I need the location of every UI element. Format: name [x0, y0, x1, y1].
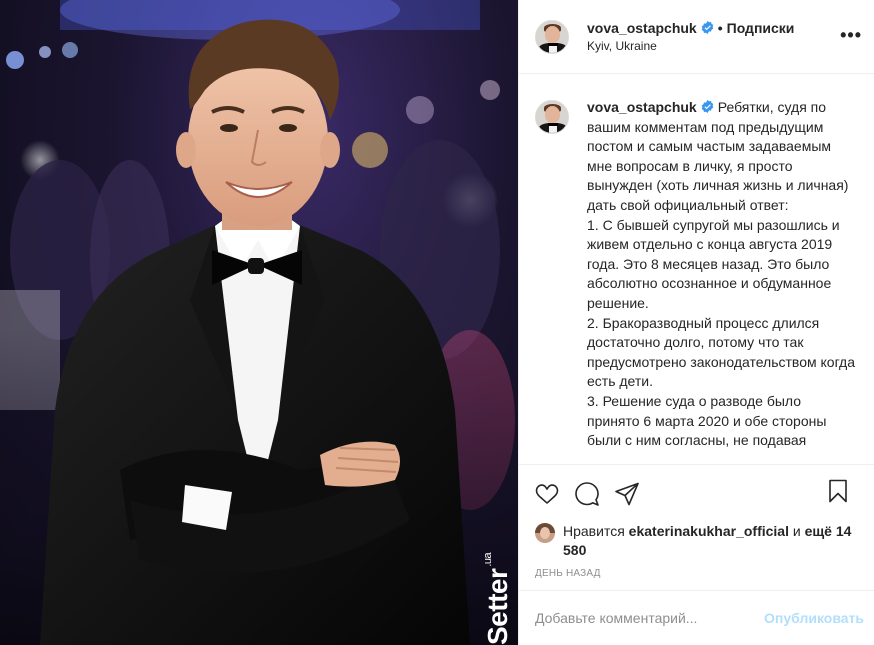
action-bar — [519, 464, 874, 522]
bookmark-icon[interactable] — [826, 479, 850, 503]
comment-input[interactable] — [535, 610, 765, 626]
author-avatar[interactable] — [535, 19, 569, 54]
likes-prefix: Нравится — [563, 523, 625, 539]
more-horizontal-icon[interactable]: ••• — [840, 26, 862, 44]
header-text: vova_ostapchuk • Подписки Kyiv, Ukraine — [587, 19, 794, 55]
heart-icon[interactable] — [535, 482, 559, 506]
caption-author-avatar[interactable] — [535, 100, 569, 134]
likes-summary: Нравится ekaterinakukhar_official и ещё … — [519, 522, 874, 560]
caption-text: vova_ostapchuk Ребятки, судя по вашим ком… — [587, 98, 857, 451]
publish-button[interactable]: Опубликовать — [764, 610, 864, 626]
caption-body: Ребятки, судя по вашим комментам под пре… — [587, 99, 856, 449]
comments-area[interactable]: vova_ostapchuk Ребятки, судя по вашим ком… — [519, 74, 874, 464]
add-comment-bar: Опубликовать — [519, 590, 874, 645]
caption-username[interactable]: vova_ostapchuk — [587, 99, 697, 115]
comment-icon[interactable] — [575, 481, 599, 506]
post-location[interactable]: Kyiv, Ukraine — [587, 37, 794, 55]
post-timestamp[interactable]: День назад — [519, 560, 874, 590]
post-side-panel: vova_ostapchuk • Подписки Kyiv, Ukraine … — [518, 0, 874, 645]
setter-watermark: Setter.ua — [482, 552, 513, 645]
post-photo[interactable]: Setter.ua — [0, 0, 518, 645]
likes-conjunction: и — [792, 523, 801, 539]
author-username[interactable]: vova_ostapchuk — [587, 19, 697, 37]
share-icon[interactable] — [615, 482, 639, 506]
liker-username[interactable]: ekaterinakukhar_official — [629, 523, 789, 539]
instagram-post-modal: Setter.ua vova_ostapchuk • Подписки Kyiv… — [0, 0, 874, 645]
verified-badge-icon — [701, 100, 713, 113]
caption-row: vova_ostapchuk Ребятки, судя по вашим ком… — [535, 98, 858, 451]
liker-avatar[interactable] — [535, 523, 555, 543]
following-button[interactable]: Подписки — [727, 19, 795, 37]
likes-text: Нравится ekaterinakukhar_official и ещё … — [563, 522, 858, 560]
portrait-illustration — [0, 0, 518, 645]
post-header: vova_ostapchuk • Подписки Kyiv, Ukraine … — [519, 0, 874, 74]
verified-badge-icon — [701, 21, 713, 34]
separator-dot: • — [717, 19, 723, 36]
